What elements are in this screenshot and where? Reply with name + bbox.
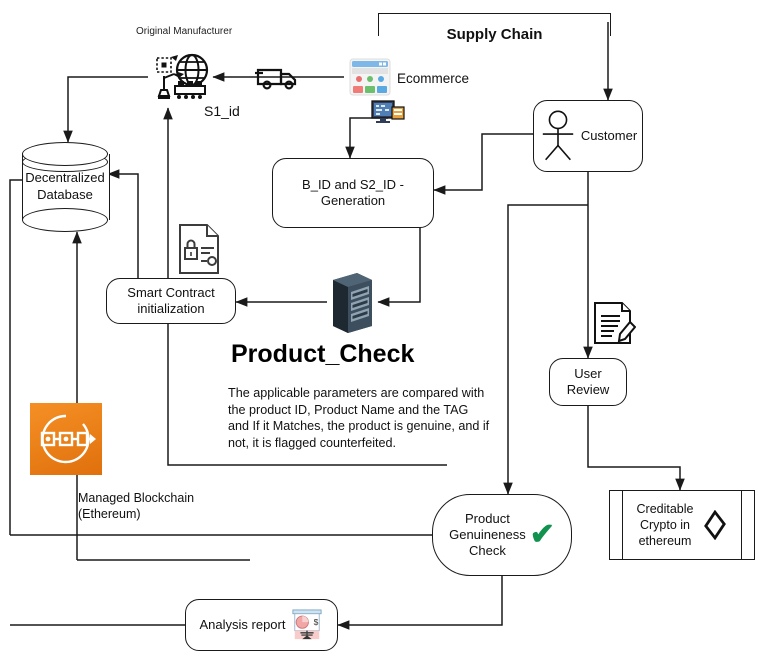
- product-check-line4: not, it is flagged counterfeited.: [228, 436, 397, 451]
- original-manufacturer-label: Original Manufacturer: [136, 26, 233, 37]
- bid-s2id-generation-node[interactable]: B_ID and S2_ID - Generation: [272, 158, 434, 228]
- supply-chain-label: Supply Chain: [446, 26, 543, 43]
- monitor-icon: [371, 99, 405, 127]
- database-label-line2: Database: [37, 187, 93, 202]
- managed-blockchain-line1: Managed Blockchain: [78, 491, 195, 505]
- decentralized-database-node[interactable]: Decentralized Database: [22, 142, 110, 232]
- right-bar: [741, 491, 754, 559]
- product-check-heading: Product_Check: [231, 340, 415, 368]
- diagram-canvas: Supply Chain Original Manufacturer S1_id…: [0, 0, 757, 656]
- customer-node[interactable]: Customer: [533, 100, 643, 172]
- crypto-label-line1: Creditable: [636, 502, 694, 516]
- presentation-chart-icon: $: [292, 609, 323, 640]
- managed-blockchain-line2: (Ethereum): [78, 507, 141, 522]
- server-rack-icon: [327, 268, 377, 336]
- ethereum-icon: [704, 510, 727, 540]
- customer-label: Customer: [580, 127, 638, 143]
- supply-chain-bracket: Supply Chain: [378, 13, 611, 43]
- database-label-line1: Decentralized: [25, 170, 105, 186]
- storefront-icon: [349, 56, 391, 98]
- aws-managed-blockchain-icon: [30, 403, 102, 475]
- user-review-label-line2: Review: [566, 382, 610, 397]
- crypto-label-line2: Crypto in: [639, 518, 690, 532]
- svg-text:$: $: [314, 617, 319, 627]
- product-check-description: The applicable parameters are compared w…: [228, 385, 493, 452]
- user-review-node[interactable]: User Review: [549, 358, 627, 406]
- product-check-line1: The applicable parameters are compared w…: [228, 386, 485, 400]
- genuineness-label-line3: Check: [468, 543, 506, 559]
- factory-globe-icon: [145, 50, 215, 108]
- contract-lock-icon: [176, 222, 222, 276]
- smart-contract-label-line1: Smart Contract: [127, 284, 215, 300]
- user-review-label-line1: User: [574, 365, 602, 381]
- s1-id-label: S1_id: [204, 103, 240, 119]
- review-document-icon: [592, 300, 637, 346]
- managed-blockchain-label: Managed Blockchain (Ethereum): [78, 490, 194, 523]
- genuineness-label-line1: Product: [465, 510, 510, 526]
- creditable-crypto-node[interactable]: Creditable Crypto in ethereum: [609, 490, 755, 560]
- product-genuineness-check-node[interactable]: Product Genuineness Check ✔: [432, 494, 572, 576]
- product-check-line3: and If it Matches, the product is genuin…: [228, 419, 490, 434]
- crypto-label-line3: ethereum: [638, 534, 692, 548]
- green-check-icon: ✔: [529, 518, 555, 551]
- smart-contract-initialization-node[interactable]: Smart Contract initialization: [106, 278, 236, 324]
- bid-label-line2: Generation: [320, 193, 386, 208]
- ecommerce-label: Ecommerce: [397, 71, 470, 86]
- analysis-report-label: Analysis report: [199, 616, 286, 632]
- genuineness-label-line2: Genuineness: [449, 526, 526, 542]
- bid-label-line1: B_ID and S2_ID -: [302, 176, 404, 192]
- person-icon: [542, 110, 574, 161]
- truck-icon: [254, 62, 300, 92]
- product-check-line2: the product ID, Product Name and the TAG: [228, 402, 469, 417]
- smart-contract-label-line2: initialization: [137, 301, 205, 316]
- analysis-report-node[interactable]: Analysis report $: [185, 599, 338, 651]
- left-bar: [610, 491, 623, 559]
